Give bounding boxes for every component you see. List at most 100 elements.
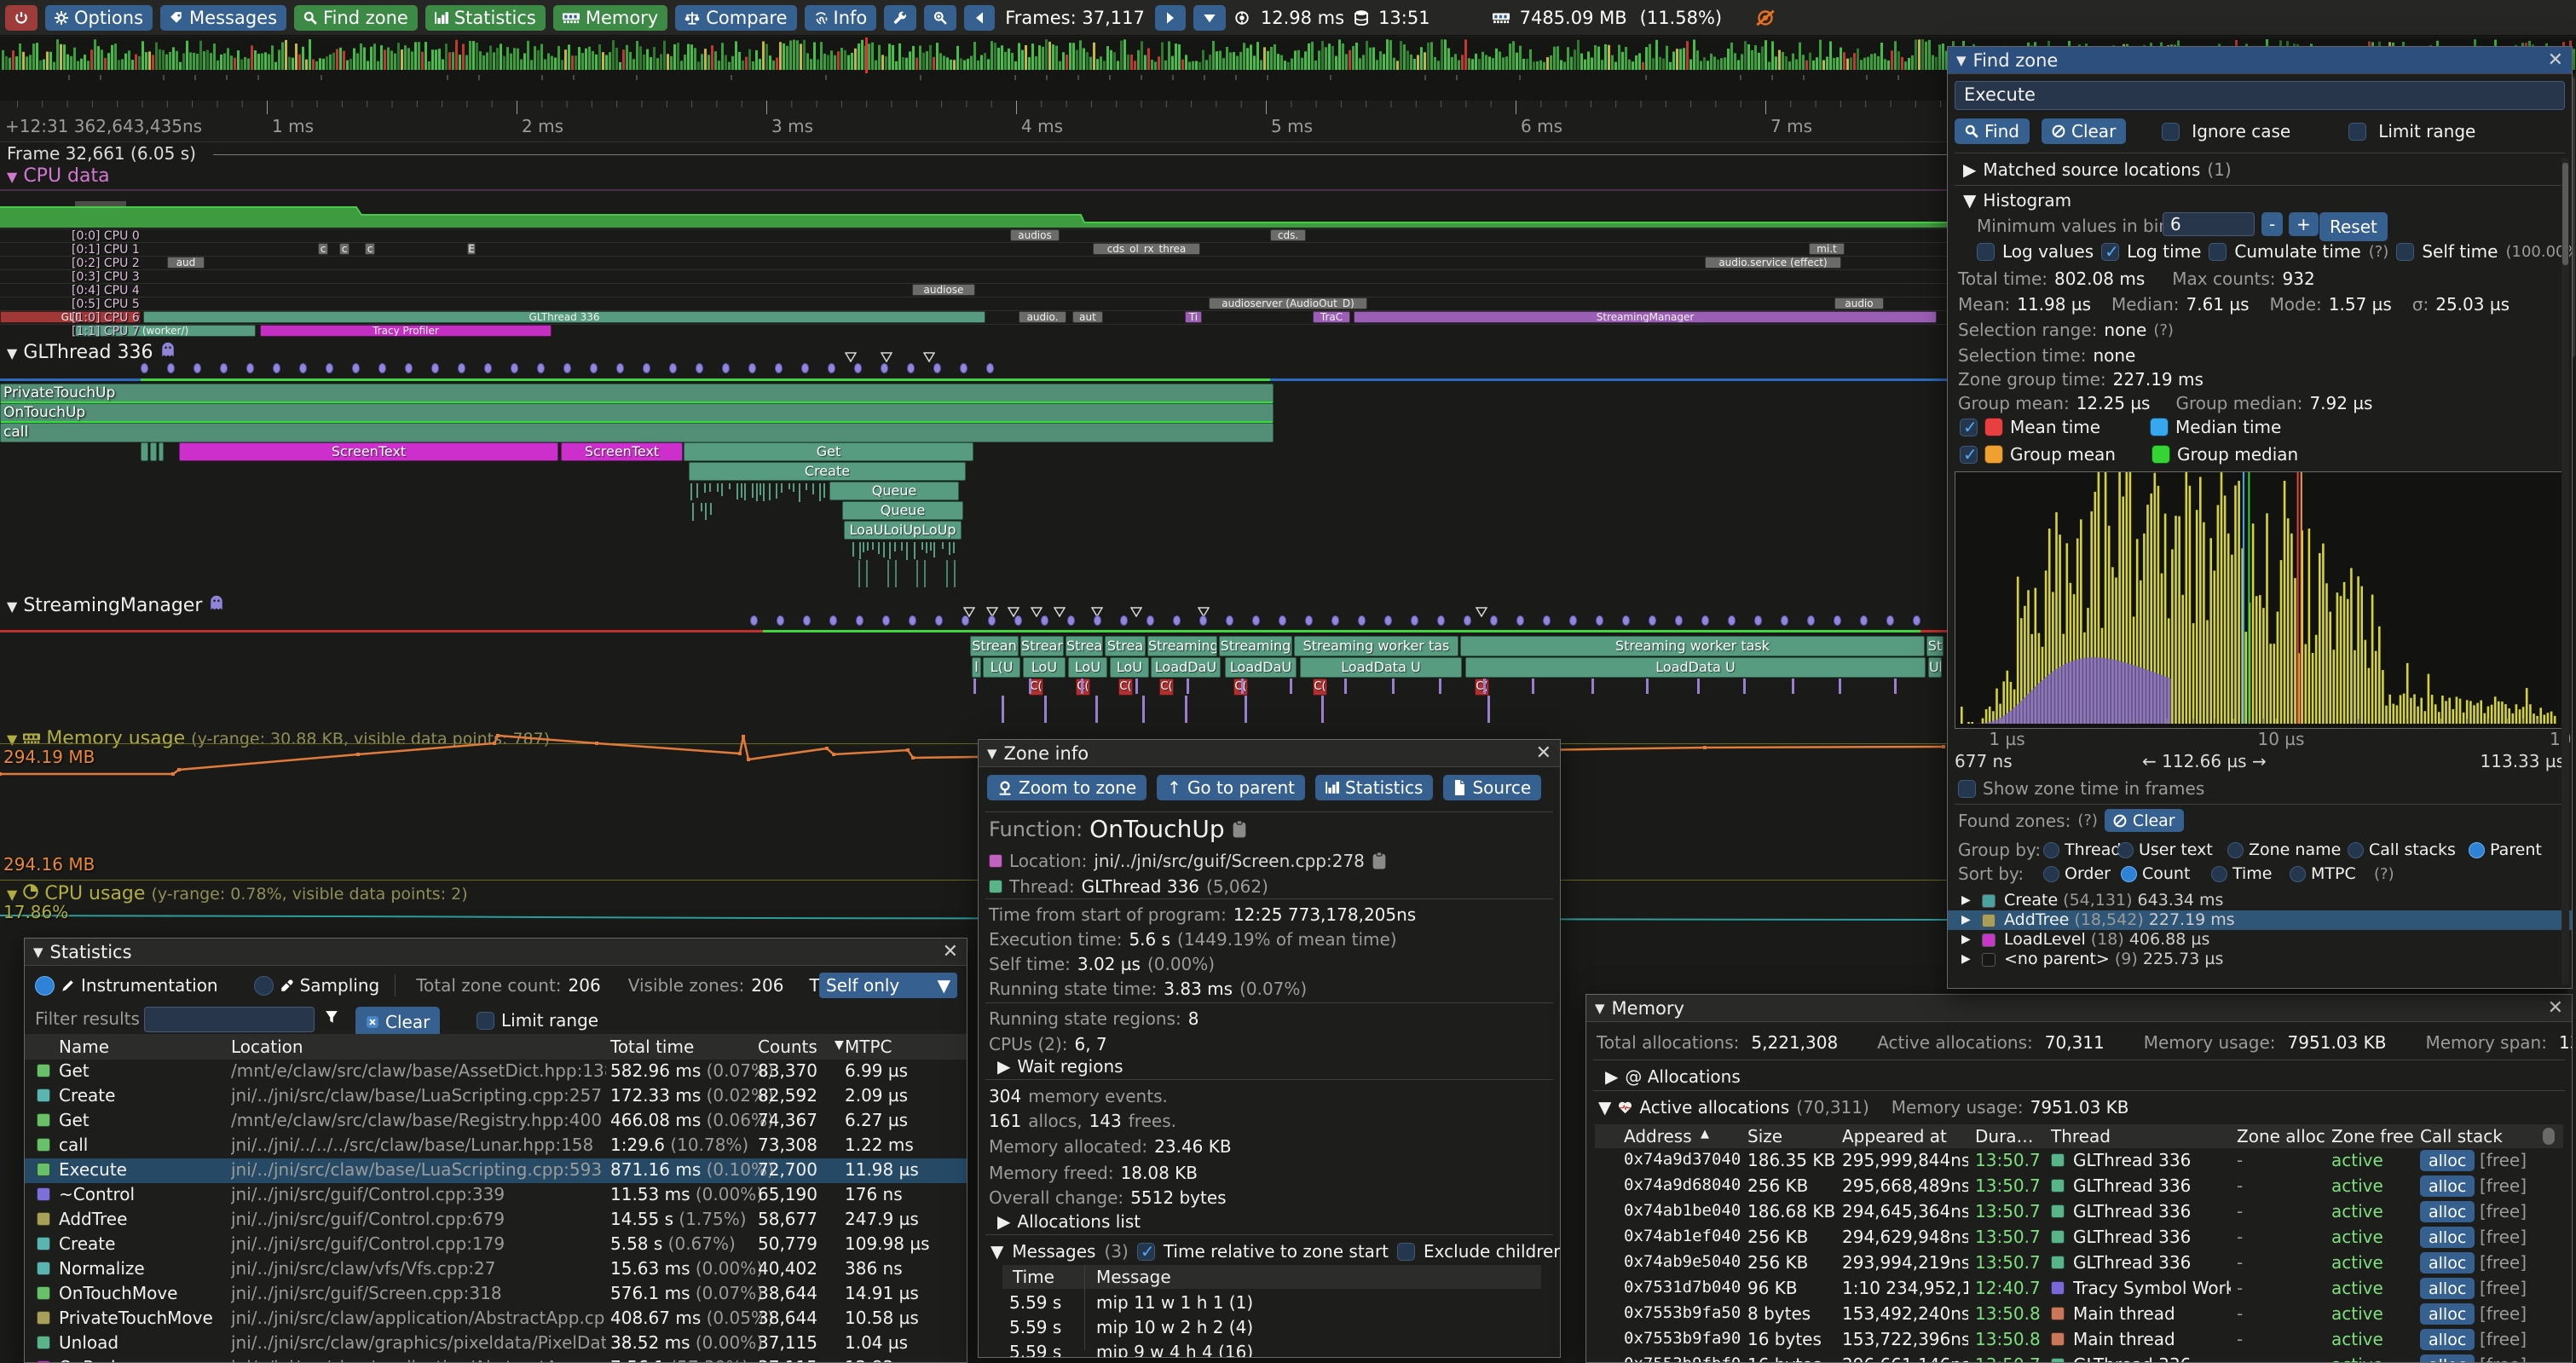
table-row[interactable]: Unloadjni/../jni/src/claw/graphics/pixel…: [25, 1331, 967, 1356]
sample-dot[interactable]: [616, 363, 624, 373]
column-header-size[interactable]: Size: [1747, 1126, 1782, 1146]
table-row[interactable]: OnTouchMovejni/../jni/src/guif/Screen.cp…: [25, 1282, 967, 1307]
sample-dot[interactable]: [750, 615, 758, 626]
sample-dot[interactable]: [829, 615, 837, 626]
zone-bar[interactable]: l: [972, 657, 981, 678]
message-row[interactable]: 5.59 smip 10 w 2 h 2 (4): [1002, 1317, 1541, 1341]
table-row[interactable]: 0x74ab1ef040256 KB294,629,948ns13:50.7GL…: [1586, 1225, 2572, 1250]
sample-dot[interactable]: [1886, 615, 1894, 626]
expand-icon[interactable]: ▶: [1961, 893, 1971, 907]
sample-dot[interactable]: [1728, 615, 1736, 626]
sample-dot[interactable]: [803, 615, 811, 626]
reset-button[interactable]: Reset: [2319, 212, 2388, 241]
min-bin-input[interactable]: 6: [2163, 212, 2255, 236]
glthread-header[interactable]: ▼ GLThread 336: [7, 341, 176, 363]
zone-bar[interactable]: Queue: [842, 501, 963, 520]
find-zone-titlebar[interactable]: ▼Find zone✕: [1948, 47, 2572, 74]
sample-dot[interactable]: [1781, 615, 1788, 626]
sample-dot[interactable]: [484, 363, 492, 373]
cpu-zone-fragment[interactable]: cds_ol_rx_threa: [1093, 243, 1200, 255]
cpu-zone-fragment[interactable]: c: [365, 243, 375, 255]
sample-dot[interactable]: [1199, 615, 1207, 626]
active-allocations-expander[interactable]: ▼Active allocations(70,311)Memory usage:…: [1598, 1097, 2129, 1118]
ignore-case-checkbox[interactable]: [2162, 123, 2180, 141]
sample-dot[interactable]: [1834, 615, 1841, 626]
cumulate-time-checkbox[interactable]: [2209, 243, 2227, 261]
found-zone-group-row[interactable]: ▶AddTree (18,542) 227.19 ms: [1948, 910, 2573, 930]
sample-dot[interactable]: [1649, 615, 1656, 626]
sample-dot[interactable]: [907, 363, 915, 373]
group-mean-checkbox[interactable]: [1960, 446, 1978, 464]
zone-bar[interactable]: LoU: [1110, 657, 1149, 678]
allocations-list-expander[interactable]: ▶Allocations list: [997, 1211, 1141, 1232]
sample-dot[interactable]: [828, 363, 835, 373]
column-header-name[interactable]: Name: [59, 1037, 109, 1057]
column-header-appeared-at[interactable]: Appeared at: [1842, 1126, 1947, 1146]
table-row[interactable]: calljni/../jni/../../../src/claw/base/Lu…: [25, 1134, 967, 1158]
sample-dot[interactable]: [246, 363, 254, 373]
zone-bar[interactable]: [141, 442, 148, 461]
table-row[interactable]: 0x74ab1be040186.68 KB294,645,364ns13:50.…: [1586, 1199, 2572, 1225]
group-by-option-call-stacks[interactable]: Call stacks: [2348, 840, 2456, 859]
column-header-zone-alloc[interactable]: Zone alloc: [2237, 1126, 2325, 1146]
sample-dot[interactable]: [431, 363, 439, 373]
zone-bar[interactable]: LoadDaU: [1225, 657, 1297, 678]
column-header-total-time[interactable]: Total time: [610, 1037, 694, 1057]
log-time-checkbox[interactable]: [2101, 243, 2119, 261]
found-zone-group-row[interactable]: ▶LoadLevel (18) 406.88 µs: [1948, 930, 2573, 950]
close-icon[interactable]: ✕: [1536, 742, 1551, 764]
sort-by-option-order[interactable]: Order: [2043, 864, 2111, 883]
limit-range-checkbox[interactable]: [477, 1012, 494, 1030]
sample-dot[interactable]: [1596, 615, 1603, 626]
table-row[interactable]: 0x74a9d68040256 KB295,668,489ns13:50.7GL…: [1586, 1174, 2572, 1199]
collapse-icon[interactable]: ▼: [7, 887, 17, 903]
zone-bar[interactable]: Streaming: [1219, 636, 1292, 656]
found-zone-group-row[interactable]: ▶<no parent> (9) 225.73 µs: [1948, 950, 2573, 969]
sample-dot[interactable]: [1279, 615, 1286, 626]
column-header-zone-free[interactable]: Zone free: [2331, 1126, 2414, 1146]
sample-dot[interactable]: [1067, 615, 1075, 626]
sample-dot[interactable]: [1173, 615, 1181, 626]
zone-bar[interactable]: Ul: [1928, 657, 1942, 678]
zone-bar[interactable]: ScreenText: [179, 442, 558, 461]
sample-dot[interactable]: [511, 363, 518, 373]
sample-dot[interactable]: [909, 615, 916, 626]
sample-dot[interactable]: [882, 615, 890, 626]
sample-dot[interactable]: [1252, 615, 1260, 626]
cpu-zone-fragment[interactable]: GLThread 336: [143, 311, 985, 323]
zone-bar-error[interactable]: C(: [1313, 679, 1327, 696]
sample-dot[interactable]: [856, 615, 863, 626]
message-marker-icon[interactable]: [1031, 601, 1043, 611]
sort-by-option-time[interactable]: Time: [2211, 864, 2273, 883]
find-zone-search-input[interactable]: Execute: [1955, 81, 2565, 110]
show-zone-time-checkbox[interactable]: [1958, 780, 1976, 798]
next-frame-button[interactable]: [1155, 5, 1186, 31]
cpu-zone-fragment[interactable]: StreamingManager: [1354, 311, 1937, 323]
statistics-button[interactable]: Statistics: [425, 5, 546, 31]
streamingmanager-header[interactable]: ▼ StreamingManager: [7, 594, 224, 616]
find-zone-button[interactable]: Find zone: [294, 5, 418, 31]
zoom-to-zone-button[interactable]: Zoom to zone: [987, 775, 1146, 800]
zone-bar-error[interactable]: C(: [1159, 679, 1174, 696]
collapse-icon[interactable]: ▼: [7, 731, 17, 748]
info-button[interactable]: Info: [805, 5, 877, 31]
sample-dot[interactable]: [1331, 615, 1339, 626]
histogram-expander[interactable]: ▼Histogram: [1963, 190, 2071, 211]
sample-dot[interactable]: [1411, 615, 1418, 626]
sample-dot[interactable]: [458, 363, 465, 373]
collapse-icon[interactable]: ▼: [7, 598, 17, 615]
find-zone-scrollbar-thumb[interactable]: [2562, 163, 2568, 265]
sample-dot[interactable]: [1226, 615, 1233, 626]
zone-bar[interactable]: LoadDaU: [1151, 657, 1221, 678]
table-row[interactable]: PrivateTouchMovejni/../jni/src/claw/appl…: [25, 1307, 967, 1331]
close-icon[interactable]: ✕: [2548, 49, 2563, 71]
histogram-chart[interactable]: [1955, 471, 2567, 729]
go-to-parent-button[interactable]: ↑Go to parent: [1157, 775, 1305, 800]
collapse-icon[interactable]: ▼: [987, 746, 997, 761]
table-row[interactable]: 0x7553b9fa508 bytes153,492,240ns13:50.8M…: [1586, 1302, 2572, 1327]
table-row[interactable]: AddTreejni/../jni/src/guif/Control.cpp:6…: [25, 1208, 967, 1233]
cpu-zone-fragment[interactable]: audiose: [912, 284, 975, 296]
message-marker-icon[interactable]: [1091, 601, 1103, 611]
sample-dot[interactable]: [1569, 615, 1577, 626]
sample-dot[interactable]: [935, 615, 943, 626]
